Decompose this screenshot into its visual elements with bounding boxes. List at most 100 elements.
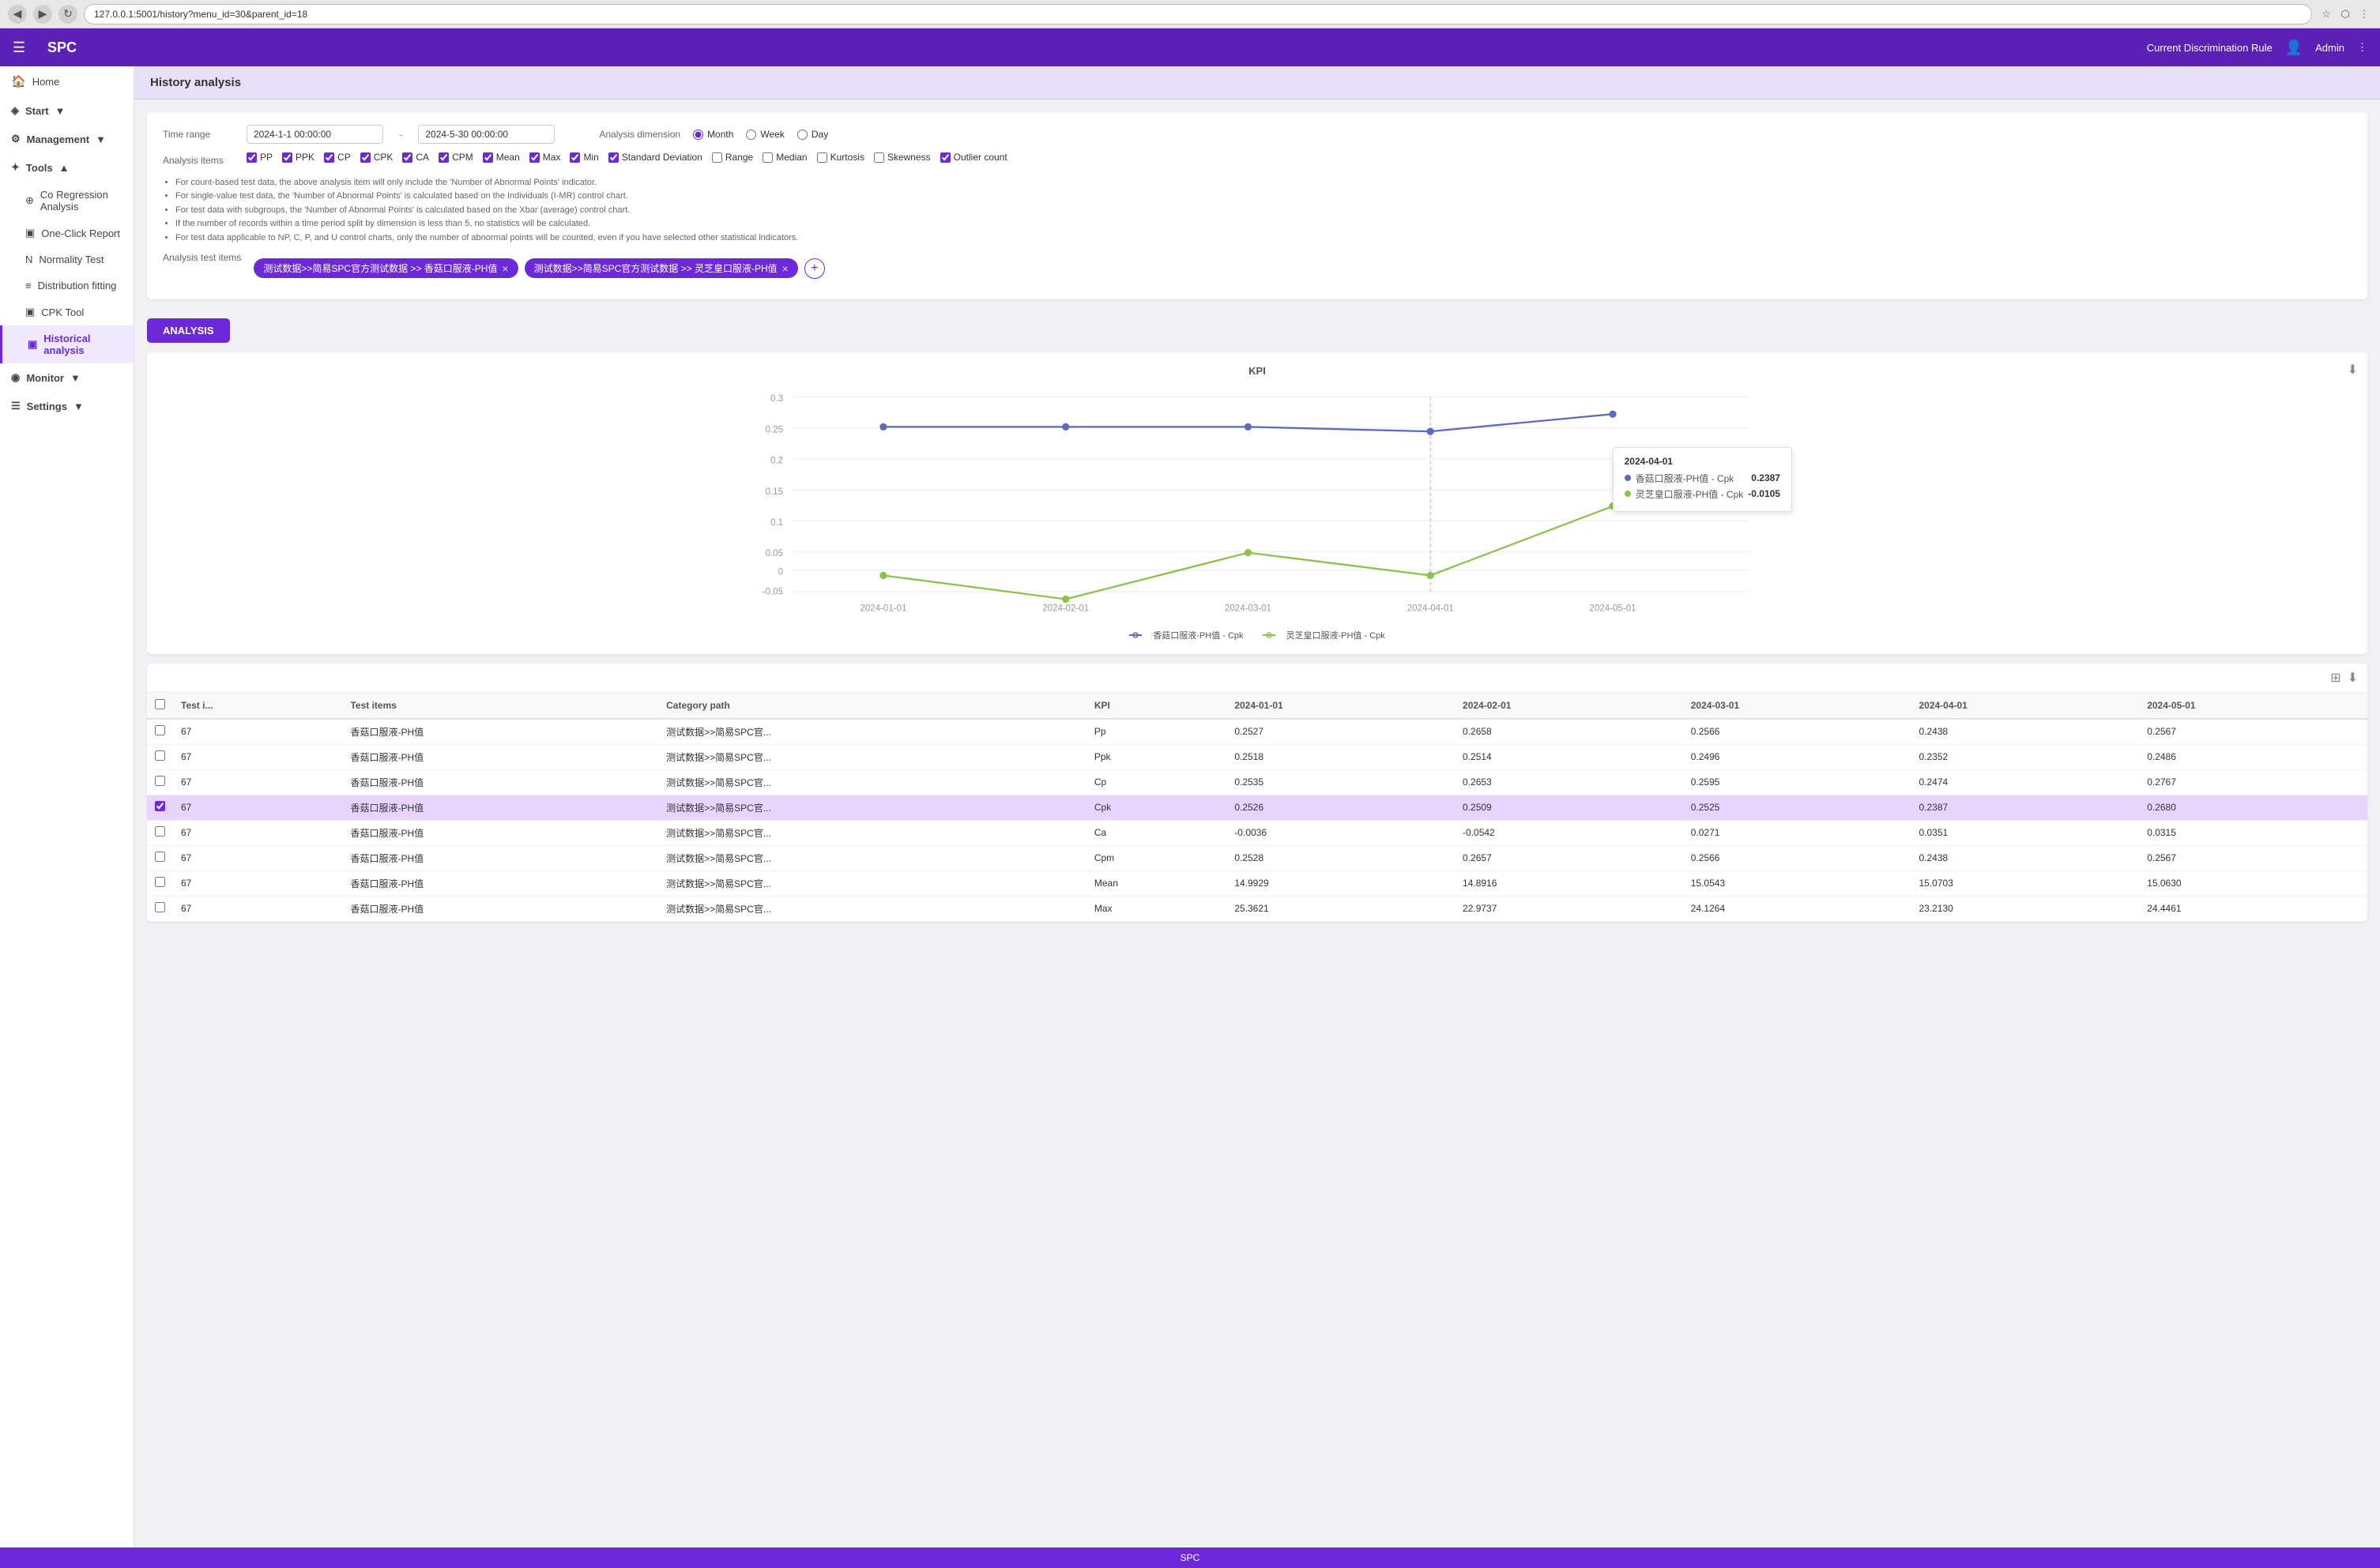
checkbox-min[interactable]: Min [570,152,598,163]
sidebar-item-home[interactable]: 🏠 Home [0,66,134,96]
row-checkbox-cell[interactable] [147,719,173,745]
refresh-button[interactable]: ↻ [58,5,77,24]
row-checkbox-cell[interactable] [147,769,173,795]
sidebar-item-start[interactable]: ◈ Start ▼ [0,96,134,125]
checkbox-median-input[interactable] [763,152,773,163]
select-all-checkbox[interactable] [155,699,165,709]
row-checkbox-cell[interactable] [147,820,173,845]
cell-id: 67 [173,870,342,896]
tooltip-row-1: 香菇口服液-PH值 - Cpk 0.2387 [1625,472,1780,485]
checkbox-cp[interactable]: CP [324,152,351,163]
row-checkbox[interactable] [155,776,165,786]
header-checkbox-cell[interactable] [147,693,173,719]
sidebar-item-distribution[interactable]: ≡ Distribution fitting [0,273,134,299]
radio-week[interactable]: Week [746,129,784,140]
checkbox-skewness[interactable]: Skewness [874,152,931,163]
checkbox-cpk-input[interactable] [360,152,371,163]
checkbox-max[interactable]: Max [529,152,561,163]
row-checkbox[interactable] [155,801,165,811]
settings-icon[interactable]: ⋮ [2357,41,2367,54]
extension-icon[interactable]: ⬡ [2337,6,2353,22]
sidebar-item-report[interactable]: ▣ One-Click Report [0,220,134,246]
cell-test-item: 香菇口服液-PH值 [342,795,658,820]
radio-day-input[interactable] [797,130,808,140]
checkbox-cp-input[interactable] [324,152,334,163]
cell-v2: 14.8916 [1455,870,1683,896]
checkbox-range[interactable]: Range [712,152,753,163]
sidebar-item-monitor[interactable]: ◉ Monitor ▼ [0,363,134,392]
date-end-input[interactable] [418,125,555,144]
radio-month-input[interactable] [693,130,703,140]
distribution-icon: ≡ [25,280,32,291]
checkbox-median[interactable]: Median [763,152,807,163]
bookmark-icon[interactable]: ☆ [2318,6,2334,22]
menu-icon[interactable]: ⋮ [2356,6,2372,22]
checkbox-range-input[interactable] [712,152,722,163]
checkbox-ppk-input[interactable] [282,152,292,163]
sidebar-item-settings[interactable]: ☰ Settings ▼ [0,392,134,420]
date-start-input[interactable] [247,125,383,144]
checkbox-stddev[interactable]: Standard Deviation [608,152,702,163]
checkbox-stddev-input[interactable] [608,152,619,163]
sidebar-item-tools[interactable]: ✦ Tools ▲ [0,153,134,182]
table-row: 67 香菇口服液-PH值 测试数据>>简易SPC官... Ppk 0.2518 … [147,744,2367,769]
row-checkbox[interactable] [155,852,165,862]
tag-2-close[interactable]: × [782,262,789,275]
grid-view-icon[interactable]: ⊞ [2330,670,2340,686]
checkbox-kurtosis[interactable]: Kurtosis [817,152,864,163]
row-checkbox-cell[interactable] [147,845,173,870]
download-icon[interactable]: ⬇ [2348,362,2358,378]
admin-label[interactable]: Admin [2315,42,2344,54]
forward-button[interactable]: ▶ [33,5,52,24]
checkbox-cpk[interactable]: CPK [360,152,394,163]
checkbox-mean-input[interactable] [483,152,493,163]
analysis-items-row: Analysis items PP PPK CP CPK CA CPM Mean… [163,152,2352,169]
sidebar-item-regression[interactable]: ⊕ Co Regression Analysis [0,182,134,220]
add-tag-button[interactable]: + [804,258,825,279]
checkbox-cpm-input[interactable] [439,152,449,163]
row-checkbox[interactable] [155,902,165,912]
checkbox-outlier[interactable]: Outlier count [940,152,1007,163]
cell-kpi: Cpm [1086,845,1226,870]
checkbox-kurtosis-input[interactable] [817,152,827,163]
analysis-button[interactable]: ANALYSIS [147,318,230,343]
back-button[interactable]: ◀ [8,5,27,24]
row-checkbox[interactable] [155,877,165,887]
checkbox-min-input[interactable] [570,152,580,163]
row-checkbox[interactable] [155,826,165,837]
row-checkbox-cell[interactable] [147,795,173,820]
sidebar-item-cpk[interactable]: ▣ CPK Tool [0,299,134,325]
radio-day[interactable]: Day [797,129,828,140]
radio-week-input[interactable] [746,130,756,140]
checkbox-pp-input[interactable] [247,152,257,163]
checkbox-cpm[interactable]: CPM [439,152,473,163]
checkbox-pp[interactable]: PP [247,152,273,163]
legend-series2-icon [1263,630,1282,640]
checkbox-max-input[interactable] [529,152,540,163]
data-table: Test i... Test items Category path KPI 2… [147,693,2367,922]
url-bar[interactable] [84,4,2312,24]
row-checkbox-cell[interactable] [147,896,173,921]
time-range-row: Time range - Analysis dimension Month We… [163,125,2352,144]
checkbox-outlier-input[interactable] [940,152,951,163]
sidebar-item-management[interactable]: ⚙ Management ▼ [0,125,134,153]
tag-1-close[interactable]: × [502,262,508,275]
checkbox-ppk[interactable]: PPK [282,152,314,163]
row-checkbox-cell[interactable] [147,870,173,896]
sidebar-item-historical[interactable]: ▣ Historical analysis [0,325,134,363]
checkbox-ca-input[interactable] [402,152,412,163]
row-checkbox[interactable] [155,750,165,761]
radio-month[interactable]: Month [693,129,733,140]
sidebar-item-normality[interactable]: N Normality Test [0,246,134,273]
checkbox-mean[interactable]: Mean [483,152,520,163]
table-row: 67 香菇口服液-PH值 测试数据>>简易SPC官... Mean 14.992… [147,870,2367,896]
hamburger-icon[interactable]: ☰ [13,39,38,56]
checkbox-skewness-input[interactable] [874,152,884,163]
checkbox-ca[interactable]: CA [402,152,429,163]
row-checkbox[interactable] [155,725,165,735]
row-checkbox-cell[interactable] [147,744,173,769]
cell-v5: 0.2767 [2139,769,2367,795]
cell-category: 测试数据>>简易SPC官... [658,795,1086,820]
sidebar-monitor-label: Monitor [26,372,64,384]
download-table-icon[interactable]: ⬇ [2348,670,2358,686]
